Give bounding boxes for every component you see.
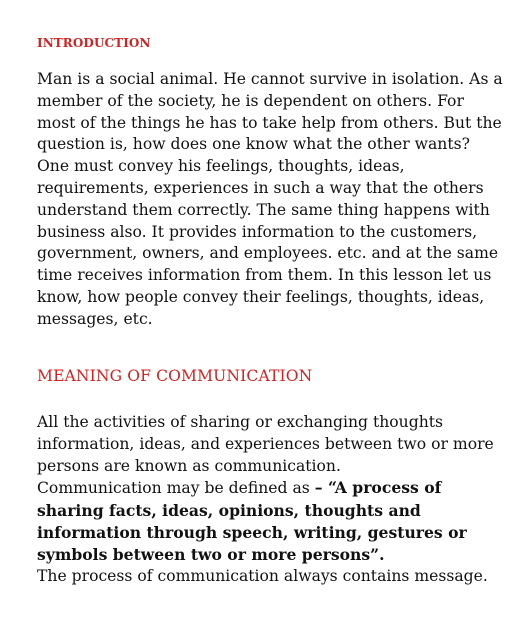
paragraph-line: understand them correctly. The same thin…: [37, 200, 490, 219]
paragraph-line: messages, etc.: [37, 309, 153, 328]
paragraph-line: One must convey his feelings, thoughts, …: [37, 157, 405, 176]
paragraph-line: information, ideas, and experiences betw…: [37, 434, 494, 453]
document-page: INTRODUCTION Man is a social animal. He …: [0, 0, 529, 625]
meaning-heading: MEANING OF COMMUNICATION: [37, 367, 313, 385]
paragraph-line: most of the things he has to take help f…: [37, 113, 502, 132]
paragraph-line: government, owners, and employees. etc. …: [37, 244, 499, 263]
paragraph-line: question is, how does one know what the …: [37, 135, 470, 154]
paragraph-line: member of the society, he is dependent o…: [37, 91, 464, 110]
definition-bold-line: sharing facts, ideas, opinions, thoughts…: [37, 501, 421, 521]
definition-bold-line: information through speech, writing, ges…: [37, 522, 467, 542]
introduction-paragraph: Man is a social animal. He cannot surviv…: [37, 69, 503, 331]
paragraph-line: Man is a social animal. He cannot surviv…: [37, 70, 503, 88]
paragraph-line: persons are known as communication.: [37, 456, 341, 475]
paragraph-line: The process of communication always cont…: [37, 566, 488, 585]
paragraph-line: time receives information from them. In …: [37, 266, 492, 285]
paragraph-line: All the activities of sharing or exchang…: [37, 413, 444, 431]
meaning-paragraph: All the activities of sharing or exchang…: [37, 412, 497, 587]
paragraph-line: requirements, experiences in such a way …: [37, 178, 484, 197]
paragraph-line: know, how people convey their feelings, …: [37, 287, 485, 306]
definition-intro-line: Communication may be defined as – “A pro…: [37, 477, 497, 500]
introduction-heading: INTRODUCTION: [37, 36, 151, 50]
definition-bold-line: symbols between two or more persons”.: [37, 544, 385, 564]
definition-bold-start: – “A process of: [314, 478, 442, 498]
definition-prefix: Communication may be defined as: [37, 479, 315, 498]
paragraph-line: business also. It provides information t…: [37, 222, 478, 241]
